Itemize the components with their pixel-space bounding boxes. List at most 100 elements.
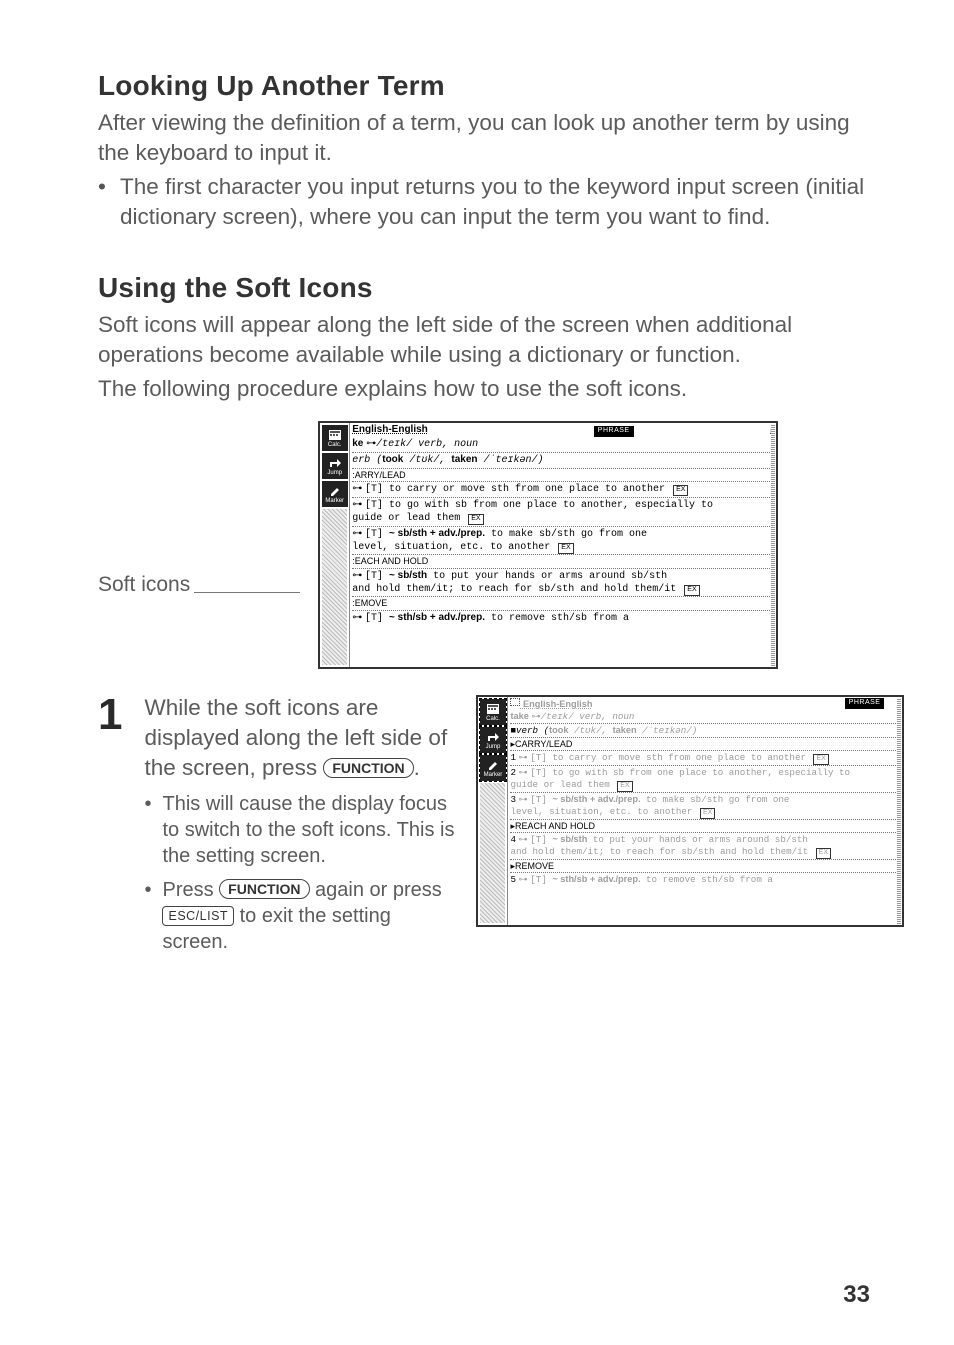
def2b-2: guide or lead them: [510, 779, 609, 790]
forms-took: took: [382, 454, 403, 465]
def3b: to make sb/sth go from one: [485, 529, 647, 540]
step1-sub2: Press FUNCTION again or press ESC/LIST t…: [144, 877, 454, 955]
step1-para-b: .: [414, 755, 420, 780]
ipa-2: /teɪk/: [541, 711, 574, 722]
step1-sub2a: Press: [162, 879, 219, 901]
def3a: [T]: [365, 529, 389, 540]
marker-icon-label-2: Marker: [484, 772, 503, 778]
section2-heading: Using the Soft Icons: [98, 272, 872, 304]
section1-heading: Looking Up Another Term: [98, 70, 872, 102]
ex-box-b4: EX: [816, 848, 831, 859]
ex-box: EX: [673, 485, 688, 496]
def5pattern: ~ sth/sb + adv./prep.: [389, 612, 485, 623]
def3c-2: level, situation, etc. to another: [510, 806, 692, 817]
headword-2: take: [510, 711, 531, 721]
def3c: level, situation, etc. to another: [352, 542, 550, 553]
def4pattern: ~ sb/sth: [389, 570, 427, 581]
section1-bullet: The first character you input returns yo…: [98, 172, 872, 232]
ex-box2: EX: [468, 514, 483, 525]
sense-reach-2: ▸REACH AND HOLD: [510, 819, 900, 833]
marker-icon-2: Marker: [480, 755, 506, 781]
step1-sub1: This will cause the display focus to swi…: [144, 791, 454, 869]
def3a-2: [T]: [530, 794, 552, 805]
function-key: FUNCTION: [323, 758, 413, 778]
calc-icon: Calc.: [322, 425, 348, 451]
soft-icons-label: Soft icons: [98, 573, 190, 597]
pos: verb, noun: [412, 439, 478, 450]
def4b: to put your hands or arms around sb/sth: [427, 571, 667, 582]
ipa: /teɪk/: [376, 439, 412, 450]
def5a-2: [T]: [530, 874, 552, 885]
def5pattern-2: ~ sth/sb + adv./prep.: [552, 874, 640, 884]
calc-icon-2: Calc.: [480, 699, 506, 725]
ex-box3: EX: [558, 543, 573, 554]
def3pattern-2: ~ sb/sth + adv./prep.: [552, 794, 640, 804]
step-1: 1 While the soft icons are displayed alo…: [98, 693, 872, 962]
calc-icon-label: Calc.: [328, 442, 342, 448]
step1-text: While the soft icons are displayed along…: [144, 693, 454, 782]
def3b-2: to make sb/sth go from one: [641, 794, 790, 805]
def4a-2: [T]: [530, 834, 552, 845]
phrase-badge: PHRASE: [594, 426, 634, 437]
def2-2: [T] to go with sb from one place to anot…: [530, 767, 850, 778]
pos-2: verb, noun: [574, 711, 635, 722]
icon-column-hatch-2: [480, 783, 505, 923]
section2-para2: The following procedure explains how to …: [98, 374, 872, 404]
def1: [T] to carry or move sth from one place …: [365, 484, 665, 495]
headword: ke: [352, 438, 366, 449]
def4b-2: to put your hands or arms around sb/sth: [587, 834, 808, 845]
figure-soft-icons: Soft icons Calc. Jump Marker: [98, 421, 872, 669]
lcd-body-1: ↓ English-English PHRASE ke ⊶/teɪk/ verb…: [350, 423, 776, 667]
forms-pre-2: ■verb (: [510, 725, 549, 736]
def5b: to remove sth/sb from a: [485, 613, 629, 624]
ex-box4: EX: [684, 585, 699, 596]
marker-icon: Marker: [322, 481, 348, 507]
def2: [T] to go with sb from one place to anot…: [365, 500, 713, 511]
def1-2: [T] to carry or move sth from one place …: [530, 752, 806, 763]
def3pattern: ~ sb/sth + adv./prep.: [389, 528, 485, 539]
jump-icon: Jump: [322, 453, 348, 479]
scrollbar-hatch-2: [897, 698, 901, 924]
forms-took-2: took: [549, 725, 568, 735]
forms-took-ipa: /tʊk/,: [403, 455, 451, 466]
sense-carry-2: ▸CARRY/LEAD: [510, 737, 900, 751]
lcd-body-2: ↓ English-English PHRASE take ⊶/teɪk/ ve…: [508, 697, 902, 925]
soft-icon-column: Calc. Jump Marker: [320, 423, 350, 667]
scrollbar-hatch: [771, 424, 775, 666]
marker-icon-label: Marker: [325, 498, 344, 504]
page-number: 33: [843, 1281, 870, 1309]
ex-box-b1: EX: [813, 754, 828, 765]
dict-title: English-English: [352, 424, 428, 435]
esc-list-key: ESC/LIST: [162, 906, 234, 926]
phrase-badge-2: PHRASE: [845, 698, 885, 709]
def4c-2: and hold them/it; to reach for sb/sth an…: [510, 846, 808, 857]
jump-icon-2: Jump: [480, 727, 506, 753]
def5b-2: to remove sth/sb from a: [641, 874, 773, 885]
callout-line: [194, 592, 300, 593]
def4a: [T]: [365, 571, 389, 582]
def2b: guide or lead them: [352, 513, 460, 524]
sense-remove-2: ▸REMOVE: [510, 859, 900, 873]
forms-taken-ipa-2: /ˈteɪkən/): [637, 725, 698, 736]
dict-title-2: English-English: [520, 699, 592, 709]
ex-box-b3: EX: [700, 808, 715, 819]
forms-pre: erb (: [352, 455, 382, 466]
section2-para1: Soft icons will appear along the left si…: [98, 310, 872, 370]
sense-carry: :ARRY/LEAD: [352, 468, 774, 482]
dotted-selection: [510, 698, 520, 706]
step-number: 1: [98, 693, 122, 737]
lcd-screenshot-1: Calc. Jump Marker ↓ English-English: [318, 421, 778, 669]
jump-icon-label: Jump: [327, 470, 342, 476]
section1-para: After viewing the definition of a term, …: [98, 108, 872, 168]
icon-column-hatch: [322, 509, 347, 665]
soft-icon-column-selected: Calc. Jump Marker: [478, 697, 508, 925]
forms-took-ipa-2: /tʊk/,: [569, 725, 613, 736]
def5a: [T]: [365, 613, 389, 624]
def4pattern-2: ~ sb/sth: [552, 834, 587, 844]
forms-taken-ipa: /ˈteɪkən/): [477, 455, 543, 466]
sense-remove: :EMOVE: [352, 596, 774, 610]
step1-sub2b: again or press: [310, 879, 442, 901]
sense-reach: :EACH AND HOLD: [352, 554, 774, 568]
calc-icon-label-2: Calc.: [486, 716, 500, 722]
function-key-2: FUNCTION: [219, 879, 309, 899]
